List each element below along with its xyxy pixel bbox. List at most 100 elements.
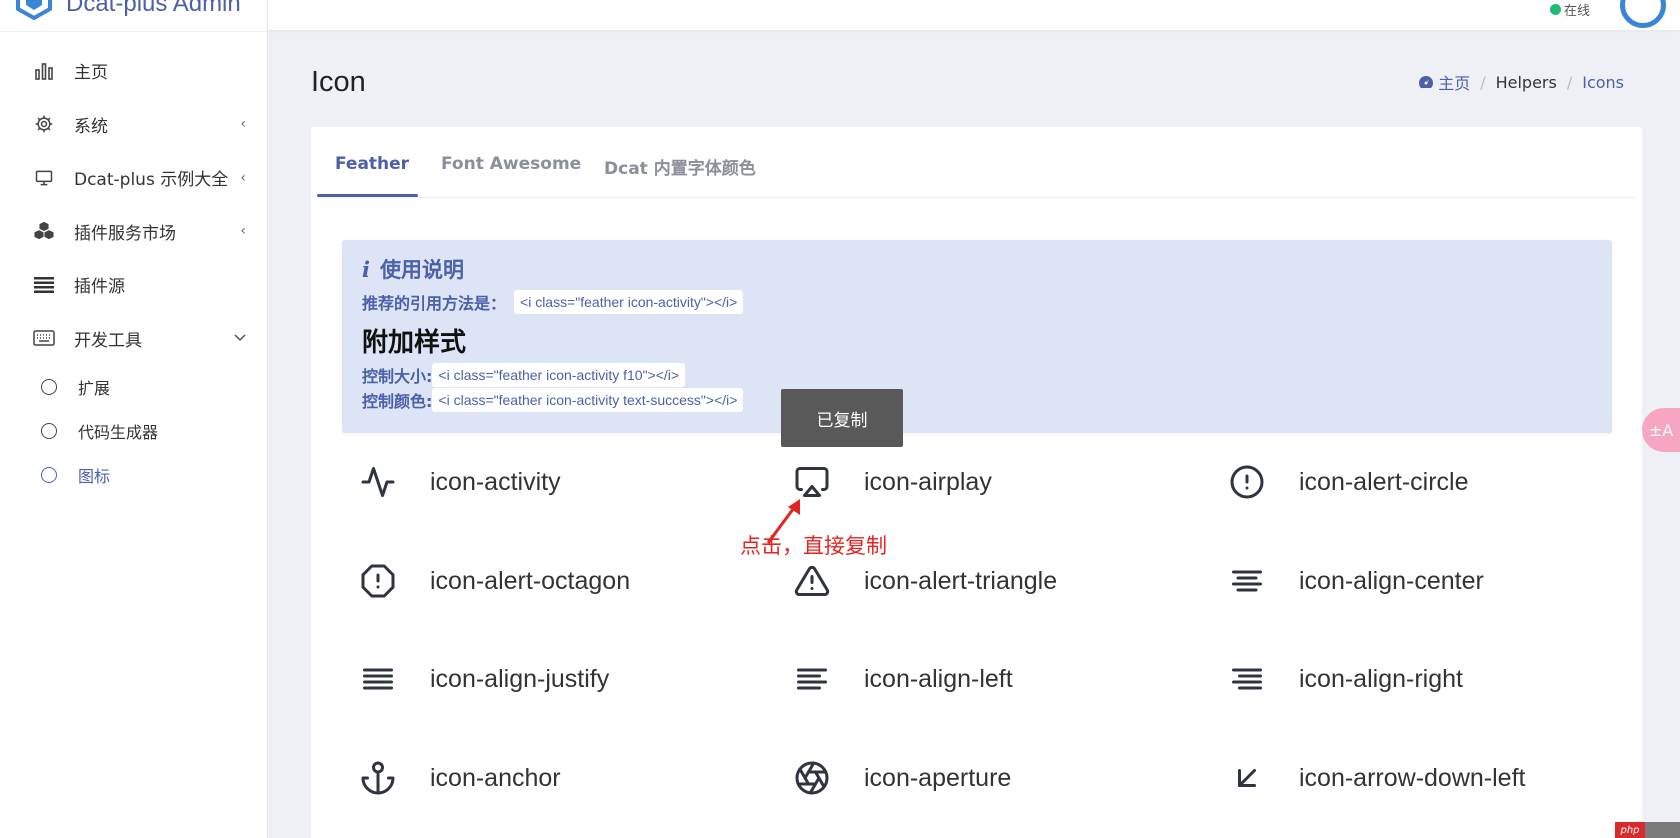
translate-float-button[interactable]: ±A <box>1642 408 1680 452</box>
tab-dcat-colors[interactable]: Dcat 内置字体颜色 <box>604 154 756 179</box>
anchor-icon <box>358 758 398 798</box>
online-label: 在线 <box>1563 4 1590 19</box>
chevron-down-icon <box>234 330 246 346</box>
icon-item-name: icon-airplay <box>864 467 992 496</box>
icon-item-name: icon-alert-triangle <box>864 566 1058 595</box>
monitor-icon <box>32 166 56 190</box>
sidebar-item-label: 插件源 <box>74 277 125 298</box>
icon-item-activity[interactable]: icon-activity <box>358 462 561 502</box>
sidebar-subitem-icons[interactable]: 图标 <box>0 453 268 497</box>
info-icon: i <box>362 256 370 282</box>
breadcrumb: 主页 / Helpers / Icons <box>1418 70 1624 94</box>
dashboard-icon <box>1419 76 1434 88</box>
sidebar-nav: 主页 系统 ‹ Dcat-plus 示例大全 ‹ 插件服务市场 ‹ 插件源 开发… <box>0 44 268 497</box>
sidebar-subitem-label: 代码生成器 <box>78 423 159 442</box>
icon-item-alert-circle[interactable]: icon-alert-circle <box>1227 462 1468 502</box>
sidebar-subitem-code-generator[interactable]: 代码生成器 <box>0 409 268 453</box>
aperture-icon <box>792 758 832 798</box>
tab-feather[interactable]: Feather <box>335 154 409 174</box>
align-right-icon <box>1227 659 1267 699</box>
online-status: 在线 <box>1549 0 1590 19</box>
icon-item-align-right[interactable]: icon-align-right <box>1227 659 1463 699</box>
icon-item-anchor[interactable]: icon-anchor <box>358 758 561 798</box>
icon-item-name: icon-arrow-down-left <box>1299 763 1526 792</box>
icon-item-name: icon-align-left <box>864 664 1013 693</box>
size-code[interactable]: <i class="feather icon-activity f10"></i… <box>432 363 686 387</box>
icon-item-align-center[interactable]: icon-align-center <box>1227 561 1484 601</box>
sidebar-item-dev-tools[interactable]: 开发工具 <box>0 312 268 366</box>
breadcrumb-current: Icons <box>1582 72 1624 92</box>
icon-item-name: icon-aperture <box>864 763 1012 792</box>
sidebar-item-label: 插件服务市场 <box>74 223 176 244</box>
icon-item-arrow-down-left[interactable]: icon-arrow-down-left <box>1227 758 1525 798</box>
usage-callout: i 使用说明 推荐的引用方法是： <i class="feather icon-… <box>342 240 1612 433</box>
sidebar-subitem-label: 图标 <box>78 467 111 486</box>
align-center-icon <box>1227 561 1267 601</box>
topbar: 在线 <box>268 0 1680 30</box>
tabs-bar: Feather Font Awesome Dcat 内置字体颜色 <box>317 127 1635 198</box>
alert-circle-icon <box>1227 462 1267 502</box>
bar-chart-icon <box>32 59 56 83</box>
align-left-icon <box>792 659 832 699</box>
gear-icon <box>32 112 56 136</box>
active-tab-indicator <box>317 194 418 197</box>
chevron-left-icon: ‹ <box>240 116 246 133</box>
icon-item-name: icon-align-justify <box>430 664 610 693</box>
sidebar-item-label: 系统 <box>74 116 108 137</box>
brand-logo-icon <box>16 0 52 20</box>
sidebar-item-home[interactable]: 主页 <box>0 44 268 98</box>
sidebar-item-label: 主页 <box>74 63 108 84</box>
recommend-label: 推荐的引用方法是： <box>362 294 507 313</box>
breadcrumb-home-label: 主页 <box>1438 74 1471 93</box>
arrow-down-left-icon <box>1227 758 1267 798</box>
icon-item-name: icon-align-right <box>1299 664 1463 693</box>
icon-item-airplay[interactable]: icon-airplay <box>792 462 992 502</box>
cubes-icon <box>32 219 56 243</box>
breadcrumb-helpers: Helpers <box>1495 72 1557 92</box>
alert-triangle-icon <box>792 561 832 601</box>
sidebar-item-plugin-market[interactable]: 插件服务市场 ‹ <box>0 205 268 259</box>
sidebar-item-plugin-source[interactable]: 插件源 <box>0 258 268 312</box>
circle-icon <box>41 467 57 483</box>
align-justify-icon <box>358 659 398 699</box>
size-label: 控制大小: <box>362 367 433 386</box>
sidebar-subitem-label: 扩展 <box>78 379 111 398</box>
icon-item-name: icon-align-center <box>1299 566 1484 595</box>
icon-item-align-justify[interactable]: icon-align-justify <box>358 659 609 699</box>
recommend-code[interactable]: <i class="feather icon-activity"></i> <box>514 290 744 314</box>
sidebar-item-examples[interactable]: Dcat-plus 示例大全 ‹ <box>0 151 268 205</box>
breadcrumb-home[interactable]: 主页 <box>1418 70 1470 94</box>
chevron-left-icon: ‹ <box>240 169 246 186</box>
activity-icon <box>358 462 398 502</box>
brand-header[interactable]: Dcat-plus Admin <box>0 0 268 32</box>
color-label: 控制颜色: <box>362 392 433 411</box>
sidebar-subitem-extensions[interactable]: 扩展 <box>0 365 268 409</box>
alert-octagon-icon <box>358 561 398 601</box>
size-row: 控制大小: <i class="feather icon-activity f1… <box>362 363 686 387</box>
php-watermark: php <box>1615 822 1680 838</box>
sidebar: Dcat-plus Admin 主页 系统 ‹ Dcat-plus 示例大全 ‹ <box>0 0 268 838</box>
copied-tooltip: 已复制 <box>781 389 903 447</box>
icon-item-name: icon-alert-octagon <box>430 566 631 595</box>
circle-icon <box>41 379 57 395</box>
icon-item-aperture[interactable]: icon-aperture <box>792 758 1011 798</box>
list-icon <box>32 273 56 297</box>
icon-item-align-left[interactable]: icon-align-left <box>792 659 1013 699</box>
avatar[interactable] <box>1620 0 1666 28</box>
page-title: Icon <box>311 66 366 98</box>
breadcrumb-separator: / <box>1480 72 1486 92</box>
tab-font-awesome[interactable]: Font Awesome <box>441 154 581 174</box>
sidebar-item-system[interactable]: 系统 ‹ <box>0 98 268 152</box>
sidebar-item-label: 开发工具 <box>74 330 142 351</box>
icon-item-alert-octagon[interactable]: icon-alert-octagon <box>358 561 630 601</box>
color-code[interactable]: <i class="feather icon-activity text-suc… <box>432 388 744 412</box>
chevron-left-icon: ‹ <box>240 223 246 240</box>
keyboard-icon <box>32 326 56 350</box>
breadcrumb-separator: / <box>1566 72 1573 92</box>
icon-item-alert-triangle[interactable]: icon-alert-triangle <box>792 561 1057 601</box>
annotation-text: 点击，直接复制 <box>740 534 887 558</box>
callout-title: i 使用说明 <box>362 254 464 284</box>
php-watermark-bar <box>1645 822 1680 838</box>
icon-item-name: icon-activity <box>430 467 561 496</box>
php-watermark-text: php <box>1615 822 1645 838</box>
